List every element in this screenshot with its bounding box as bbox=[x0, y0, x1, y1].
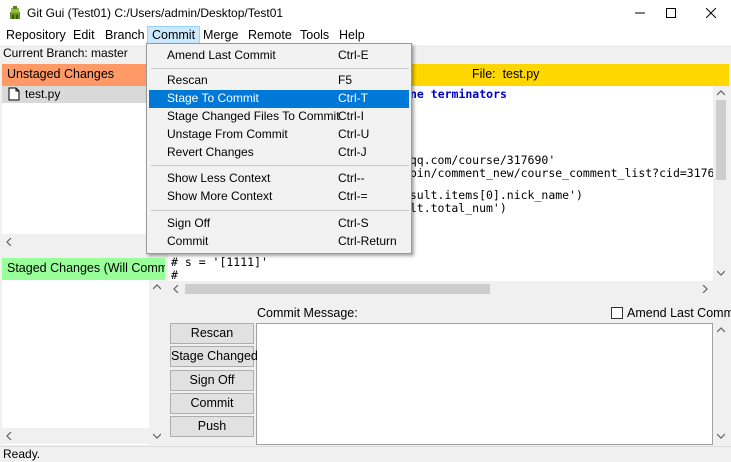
unstaged-file-list[interactable]: test.py bbox=[2, 86, 165, 234]
title-bar: Git Gui (Test01) C:/Users/admin/Desktop/… bbox=[0, 0, 731, 26]
menu-item-accel: Ctrl-J bbox=[338, 145, 367, 159]
diff-line: result.items[0].nick_name') bbox=[396, 188, 583, 202]
menu-item-label: Sign Off bbox=[167, 216, 211, 230]
close-icon bbox=[706, 8, 716, 18]
menu-item-show-less-context[interactable]: Show Less Context Ctrl-- bbox=[149, 170, 409, 188]
sign-off-button[interactable]: Sign Off bbox=[170, 370, 254, 391]
menu-item-label: Rescan bbox=[167, 73, 208, 87]
menu-separator bbox=[151, 210, 409, 211]
scroll-down-icon bbox=[717, 433, 725, 439]
menu-item-label: Commit bbox=[167, 234, 209, 248]
diff-line: ne terminators bbox=[410, 87, 507, 101]
diff-file-label: File: bbox=[472, 67, 496, 81]
diff-vscrollbar[interactable] bbox=[713, 86, 729, 281]
diff-hscrollbar[interactable] bbox=[168, 281, 713, 297]
menu-item-label: Stage To Commit bbox=[167, 91, 259, 105]
list-item[interactable]: test.py bbox=[2, 86, 165, 103]
commit-message-input[interactable] bbox=[256, 323, 713, 445]
diff-file-name: test.py bbox=[502, 67, 540, 81]
diff-line: i-bin/comment_new/course_comment_list?ci… bbox=[396, 166, 713, 180]
menu-item-accel: Ctrl-= bbox=[338, 189, 368, 203]
commit-button[interactable]: Commit bbox=[170, 393, 254, 414]
scroll-up-icon bbox=[717, 90, 725, 96]
menu-item-stage-to-commit[interactable]: Stage To Commit Ctrl-T bbox=[149, 90, 409, 108]
menu-item-label: Amend Last Commit bbox=[167, 48, 276, 62]
scroll-left-icon bbox=[6, 238, 12, 246]
diff-line: e.qq.com/course/317690' bbox=[396, 153, 556, 167]
amend-label[interactable]: Amend Last Commit bbox=[627, 306, 731, 320]
file-icon[interactable] bbox=[8, 87, 20, 104]
menu-item-revert-changes[interactable]: Revert Changes Ctrl-J bbox=[149, 144, 409, 162]
scroll-down-icon bbox=[717, 270, 725, 276]
menu-item-rescan[interactable]: Rescan F5 bbox=[149, 72, 409, 90]
diff-vscroll-thumb[interactable] bbox=[716, 100, 726, 180]
stage-changed-button[interactable]: Stage Changed bbox=[170, 346, 258, 367]
unstaged-hscrollbar[interactable] bbox=[2, 234, 165, 250]
diff-line: # bbox=[171, 268, 178, 281]
scroll-left-icon bbox=[6, 432, 12, 440]
menu-item-commit[interactable]: Commit Ctrl-Return bbox=[149, 233, 409, 251]
menu-item-label: Unstage From Commit bbox=[167, 127, 288, 141]
push-button[interactable]: Push bbox=[170, 416, 254, 437]
menu-item-label: Stage Changed Files To Commit bbox=[167, 109, 340, 123]
staged-header: Staged Changes (Will Commit) bbox=[2, 258, 165, 280]
menu-item-accel: Ctrl-I bbox=[338, 109, 364, 123]
menu-item-accel: Ctrl-E bbox=[338, 48, 369, 62]
commit-message-label: Commit Message: bbox=[257, 306, 358, 320]
menu-edit[interactable]: Edit bbox=[73, 26, 95, 45]
menu-separator bbox=[151, 68, 409, 69]
amend-checkbox[interactable] bbox=[611, 307, 623, 319]
menu-item-accel: Ctrl-S bbox=[338, 216, 369, 230]
menu-item-sign-off[interactable]: Sign Off Ctrl-S bbox=[149, 215, 409, 233]
commit-message-vscrollbar[interactable] bbox=[713, 323, 729, 445]
unstaged-header: Unstaged Changes bbox=[2, 64, 165, 86]
scroll-right-icon bbox=[702, 285, 708, 293]
window-title: Git Gui (Test01) C:/Users/admin/Desktop/… bbox=[27, 6, 284, 20]
scroll-left-icon bbox=[173, 285, 179, 293]
menu-item-accel: Ctrl-- bbox=[338, 171, 365, 185]
git-gui-icon bbox=[7, 5, 23, 21]
status-bar: Ready. bbox=[0, 446, 731, 462]
menu-item-accel: Ctrl-T bbox=[338, 91, 368, 105]
menu-item-label: Revert Changes bbox=[167, 145, 254, 159]
scroll-up-icon bbox=[717, 327, 725, 333]
staged-vscrollbar[interactable] bbox=[149, 280, 165, 445]
diff-hscroll-thumb[interactable] bbox=[185, 284, 490, 294]
commit-menu-dropdown: Amend Last Commit Ctrl-E Rescan F5 Stage… bbox=[146, 43, 412, 254]
menu-repository[interactable]: Repository bbox=[6, 26, 66, 45]
minimize-icon bbox=[635, 12, 645, 14]
menu-item-label: Show More Context bbox=[167, 189, 273, 203]
menu-item-label: Show Less Context bbox=[167, 171, 271, 185]
staged-hscrollbar[interactable] bbox=[2, 428, 149, 444]
menu-item-stage-changed-files[interactable]: Stage Changed Files To Commit Ctrl-I bbox=[149, 108, 409, 126]
menu-item-amend-last-commit[interactable]: Amend Last Commit Ctrl-E bbox=[149, 47, 409, 65]
menu-item-unstage-from-commit[interactable]: Unstage From Commit Ctrl-U bbox=[149, 126, 409, 144]
menu-item-accel: F5 bbox=[338, 73, 353, 87]
menu-item-show-more-context[interactable]: Show More Context Ctrl-= bbox=[149, 188, 409, 206]
staged-file-list[interactable] bbox=[2, 280, 149, 445]
diff-line: # s = '[1111]' bbox=[171, 255, 268, 269]
menu-separator bbox=[151, 165, 409, 166]
maximize-icon bbox=[666, 8, 676, 18]
menu-branch[interactable]: Branch bbox=[105, 26, 145, 45]
scroll-down-icon bbox=[153, 433, 161, 439]
scroll-up-icon bbox=[153, 284, 161, 290]
diff-line: sult.total_num') bbox=[396, 201, 507, 215]
close-button[interactable] bbox=[693, 0, 729, 26]
menu-item-accel: Ctrl-Return bbox=[338, 234, 397, 248]
menu-item-accel: Ctrl-U bbox=[338, 127, 370, 141]
rescan-button[interactable]: Rescan bbox=[170, 323, 254, 344]
maximize-button[interactable] bbox=[653, 0, 689, 26]
file-name[interactable]: test.py bbox=[25, 87, 60, 101]
